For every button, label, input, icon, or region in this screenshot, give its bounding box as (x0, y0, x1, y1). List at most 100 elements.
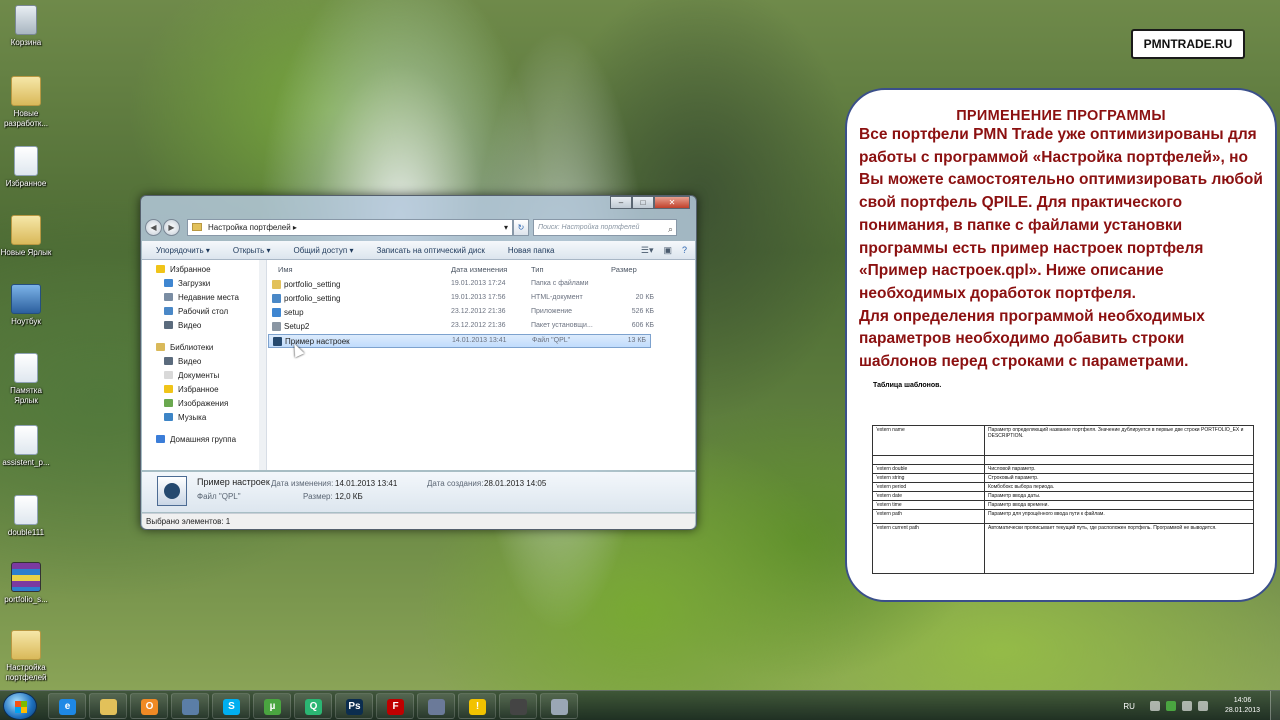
taskbar-filezilla-button[interactable]: F (376, 693, 414, 719)
template-description: Числовой параметр. (984, 464, 1254, 474)
desktop-icon[interactable]: portfolio_s... (0, 562, 52, 605)
sidebar-item[interactable]: Видео (142, 319, 266, 333)
maximize-button[interactable]: □ (632, 196, 654, 209)
sidebar-item[interactable]: Недавние места (142, 291, 266, 305)
sidebar-item[interactable]: Музыка (142, 411, 266, 425)
doc-icon (14, 146, 38, 176)
table-row[interactable]: Пример настроек 14.01.2013 13:41 Файл "QPL… (268, 334, 651, 348)
network-icon[interactable] (1181, 701, 1192, 711)
search-input[interactable]: Поиск: Настройка портфелей ⌕ (533, 218, 677, 236)
bin-icon (15, 5, 37, 35)
nav-item-icon (164, 385, 173, 393)
close-button[interactable]: ✕ (654, 196, 690, 209)
back-button[interactable]: ◀ (145, 218, 162, 236)
open-button[interactable]: Открыть ▾ (219, 246, 280, 255)
column-date[interactable]: Дата изменения (451, 265, 507, 274)
desktop-icon[interactable]: Корзина (0, 5, 52, 48)
sidebar-item[interactable]: Домашняя группа (142, 433, 266, 447)
minimize-button[interactable]: – (610, 196, 632, 209)
view-options-icon[interactable]: ☰▾ (641, 245, 654, 256)
tray-arrow-icon[interactable] (1149, 701, 1160, 711)
desktop-icon-label: assistent_p... (2, 458, 50, 467)
zip-icon (11, 562, 41, 592)
desktop-icon[interactable]: Новые разработк... (0, 76, 52, 129)
sidebar-item[interactable]: Видео (142, 355, 266, 369)
template-key: 'extern date (872, 491, 985, 501)
table-row[interactable]: portfolio_setting 19.01.2013 17:24 Папка с… (268, 278, 658, 292)
show-desktop-button[interactable] (1270, 691, 1280, 720)
sidebar-item[interactable]: Избранное (142, 383, 266, 397)
taskbar-settings-tool-button[interactable] (417, 693, 455, 719)
sidebar-item[interactable]: Рабочий стол (142, 305, 266, 319)
folder-icon (192, 222, 202, 231)
address-bar[interactable]: Настройка портфелей ▸ ▾ (187, 218, 513, 236)
template-key: 'extern name (872, 425, 985, 456)
taskbar-utorrent-button[interactable]: µ (253, 693, 291, 719)
share-button[interactable]: Общий доступ ▾ (280, 246, 363, 255)
column-name[interactable]: Имя (278, 265, 293, 274)
tray-app-icon[interactable] (1165, 701, 1176, 711)
start-button[interactable] (3, 692, 37, 720)
volume-icon[interactable] (1197, 701, 1208, 711)
taskbar-network-button[interactable] (171, 693, 209, 719)
sidebar-item[interactable]: Документы (142, 369, 266, 383)
help-icon[interactable]: ? (682, 245, 687, 256)
desktop-icon[interactable]: Новые Ярлык (0, 215, 52, 258)
desktop-icon[interactable]: Настройка портфелей (0, 630, 52, 683)
chevron-down-icon[interactable]: ▾ (504, 220, 508, 235)
sidebar-item[interactable]: Библиотеки (142, 341, 266, 355)
pc-icon (11, 284, 41, 314)
column-type[interactable]: Тип (531, 265, 544, 274)
taskbar-qip-button[interactable]: Q (294, 693, 332, 719)
nav-scrollbar[interactable] (259, 260, 266, 470)
desktop-icon[interactable]: Памятка Ярлык (0, 353, 52, 406)
template-key: 'extern path (872, 509, 985, 524)
sidebar-item-label: Видео (178, 321, 202, 330)
table-row[interactable]: Setup2 23.12.2012 21:36 Пакет установщи...… (268, 320, 658, 334)
outlook-icon: O (141, 699, 158, 715)
desktop-icon[interactable]: Избранное (0, 146, 52, 189)
taskbar-skype-button[interactable]: S (212, 693, 250, 719)
desktop-icon-label: Корзина (10, 38, 42, 47)
nav-item-icon (164, 307, 173, 315)
taskbar-ie-button[interactable]: e (48, 693, 86, 719)
desktop-icon[interactable]: double111 (0, 495, 52, 538)
forward-button[interactable]: ▶ (163, 218, 180, 236)
video-icon (510, 699, 527, 715)
new-folder-button[interactable]: Новая папка (494, 246, 564, 255)
organize-button[interactable]: Упорядочить ▾ (142, 246, 219, 255)
detail-modified-label: Дата изменения: (271, 479, 334, 488)
refresh-button[interactable]: ↻ (513, 218, 529, 236)
desktop-icon[interactable]: assistent_p... (0, 425, 52, 468)
taskbar-outlook-button[interactable]: O (130, 693, 168, 719)
sidebar-item[interactable]: Изображения (142, 397, 266, 411)
sidebar-item-label: Домашняя группа (170, 435, 237, 444)
doc-icon (14, 495, 38, 525)
file-icon (273, 337, 282, 346)
sidebar-item[interactable]: Загрузки (142, 277, 266, 291)
taskbar-warning-tool-button[interactable]: ! (458, 693, 496, 719)
table-row[interactable]: setup 23.12.2012 21:36 Приложение 526 КБ (268, 306, 658, 320)
template-description: Параметр определяющий название портфеля.… (984, 425, 1254, 456)
template-description: Параметр для упрощённого ввода пути к фа… (984, 509, 1254, 524)
preview-pane-icon[interactable]: ▣ (663, 245, 672, 256)
sidebar-item[interactable]: Избранное (142, 263, 266, 277)
taskbar-window-button[interactable] (540, 693, 578, 719)
table-row[interactable]: portfolio_setting 19.01.2013 17:56 HTML-до… (268, 292, 658, 306)
desktop-icon[interactable]: Ноутбук (0, 284, 52, 327)
nav-item-icon (156, 265, 165, 273)
taskbar-photoshop-button[interactable]: Ps (335, 693, 373, 719)
navigation-pane: Избранное Загрузки Недавние места Рабочий с… (142, 260, 267, 470)
file-icon (272, 294, 281, 303)
column-size[interactable]: Размер (611, 265, 637, 274)
explorer-window[interactable]: – □ ✕ ◀ ▶ Настройка портфелей ▸ ▾ ↻ Поис… (140, 195, 697, 530)
taskbar-explorer-button[interactable] (89, 693, 127, 719)
desktop-icon-label: Новые Ярлык (0, 248, 52, 257)
language-indicator[interactable]: RU (1123, 702, 1135, 711)
burn-button[interactable]: Записать на оптический диск (363, 246, 494, 255)
taskbar-video-button[interactable] (499, 693, 537, 719)
clock[interactable]: 14:06 28.01.2013 (1225, 696, 1260, 716)
template-table-row: 'extern period Комбобокс выбора периода. (872, 482, 1254, 492)
